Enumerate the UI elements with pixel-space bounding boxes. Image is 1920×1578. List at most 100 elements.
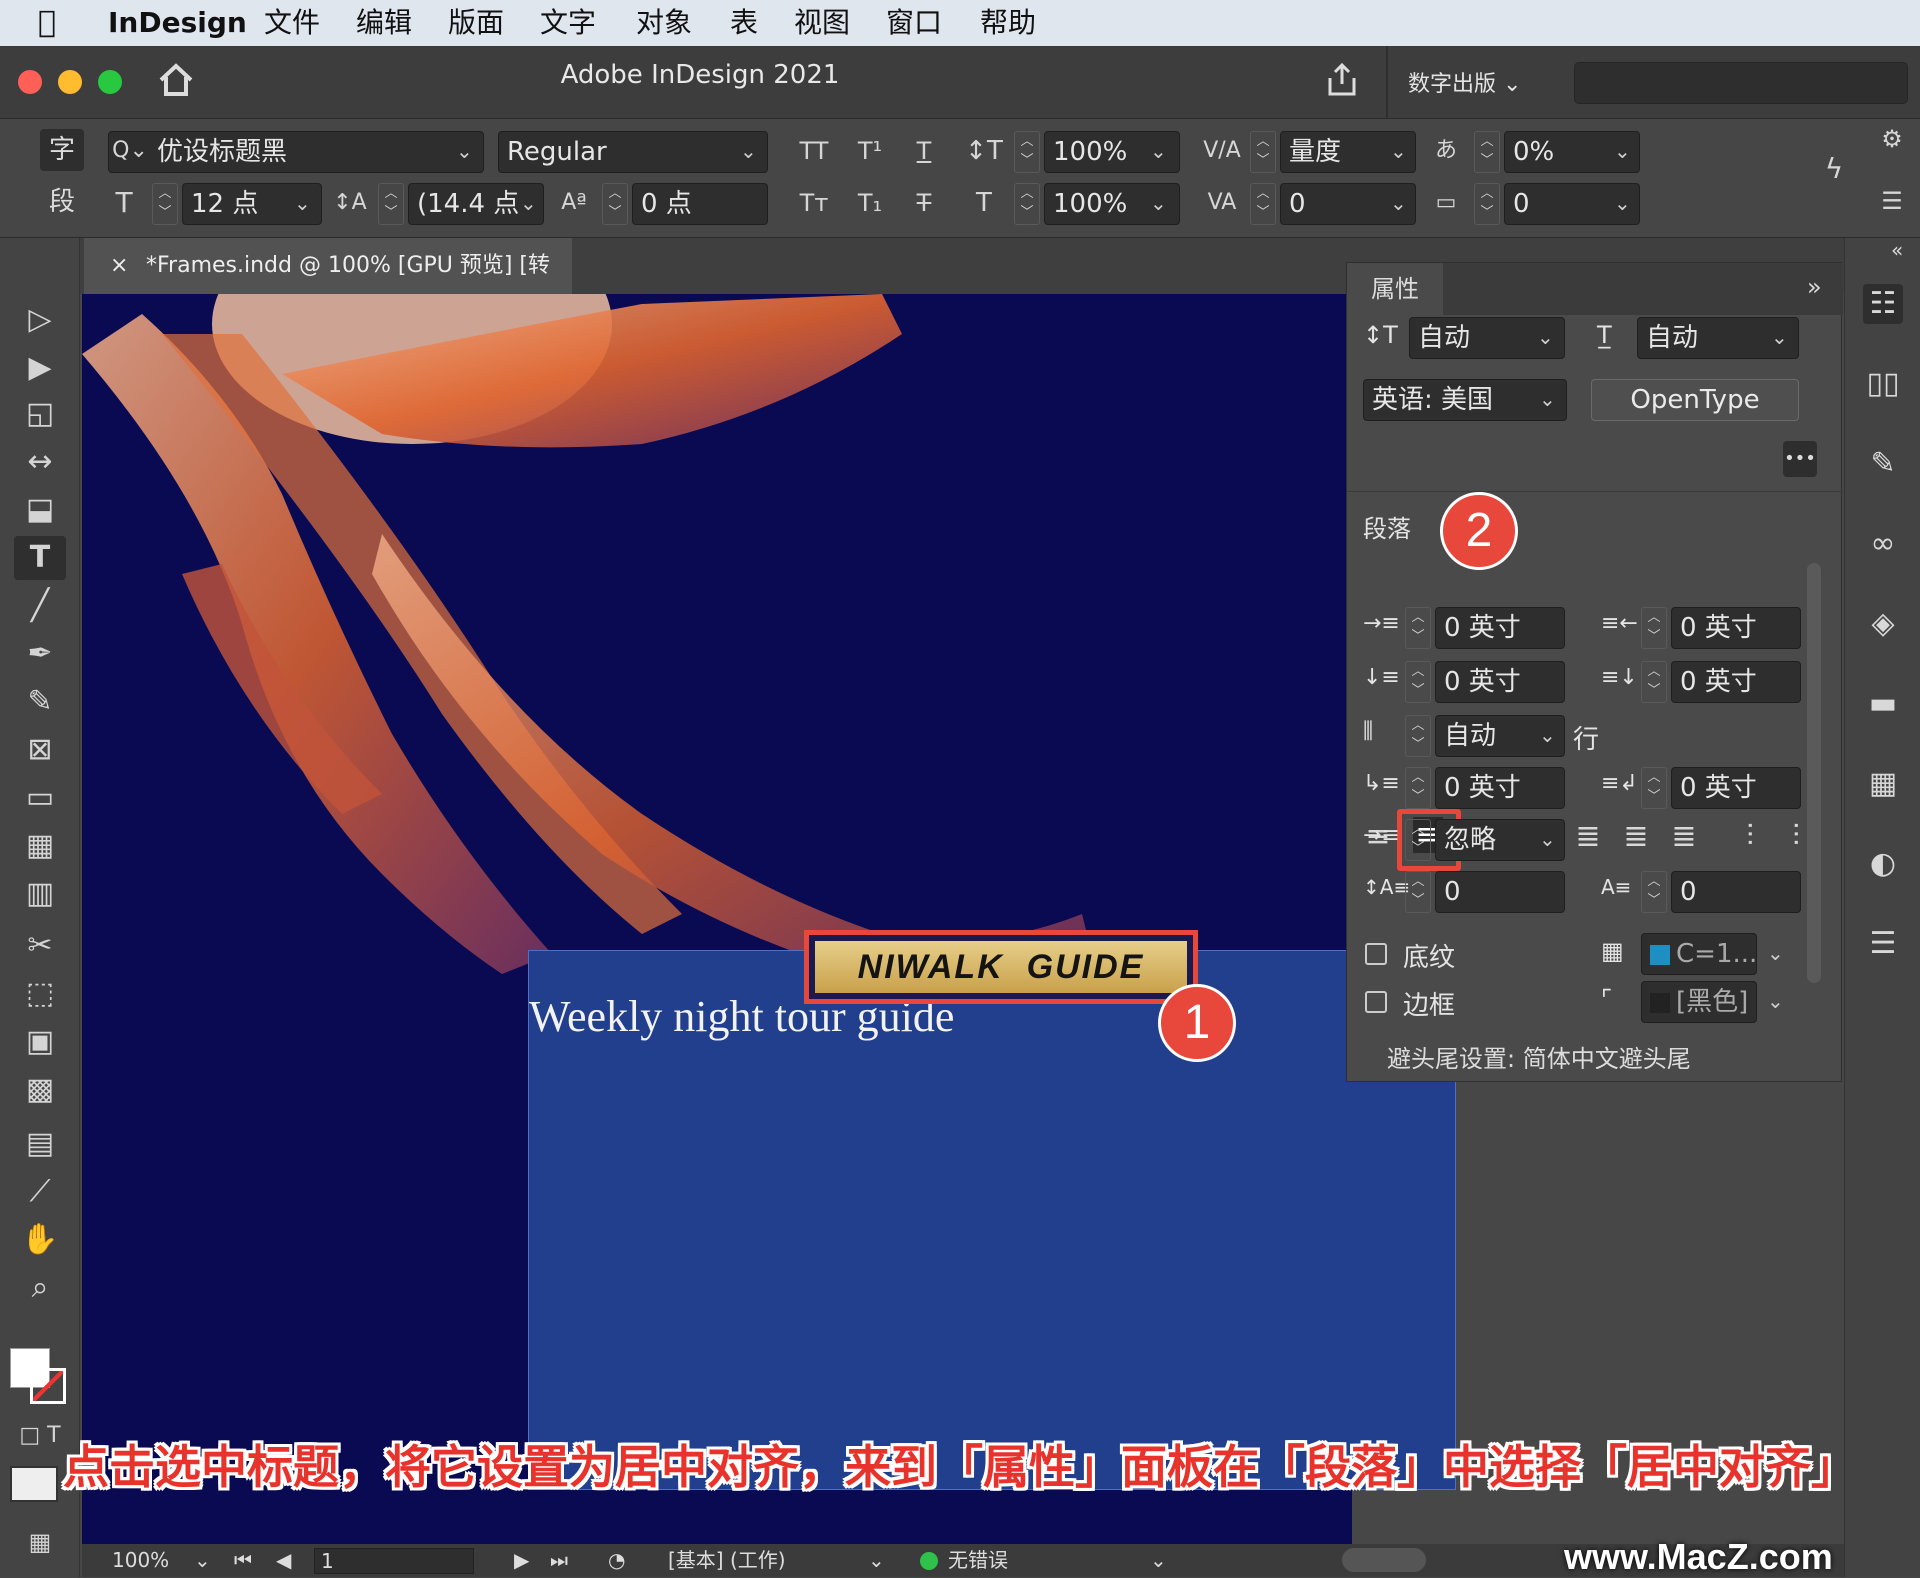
first-line-field[interactable]: 0 英寸 — [1435, 767, 1565, 809]
menu-view[interactable]: 视图 — [794, 6, 850, 40]
dropcap-lines-stepper[interactable]: ︿ ﹀ — [1405, 871, 1431, 913]
preflight-status[interactable]: 无错误 — [948, 1544, 1008, 1577]
vertical-grid-tool-icon[interactable]: ▥ — [14, 872, 66, 916]
page-number-field[interactable]: 1 — [314, 1548, 474, 1574]
document-tab[interactable]: × *Frames.indd @ 100% [GPU 预览] [转换] — [84, 238, 572, 334]
prev-page-icon[interactable]: ◀ — [276, 1544, 291, 1577]
jellyfish-image[interactable] — [82, 294, 1352, 1014]
tab-properties[interactable]: 属性 — [1347, 263, 1443, 315]
chevron-down-icon[interactable]: ⌄ — [1614, 131, 1631, 171]
space-before-stepper[interactable]: ︿ ﹀ — [1405, 661, 1431, 703]
kerning-stepper[interactable]: ︿ ﹀ — [1250, 131, 1276, 173]
home-icon[interactable] — [156, 60, 196, 100]
tracking-stepper[interactable]: ︿ ﹀ — [1250, 183, 1276, 225]
note-tool-icon[interactable]: ▤ — [14, 1122, 66, 1166]
direct-selection-tool-icon[interactable]: ▶ — [14, 346, 66, 390]
right-indent-stepper[interactable]: ︿ ﹀ — [1641, 607, 1667, 649]
font-style-field[interactable]: Regular — [498, 131, 768, 173]
baseline-shift-field[interactable]: 0 点 — [632, 183, 768, 225]
space-before-field[interactable]: 0 英寸 — [1435, 661, 1565, 703]
chevron-down-icon[interactable]: ⌄ — [194, 1544, 211, 1577]
menu-layout[interactable]: 版面 — [448, 6, 504, 40]
last-page-icon[interactable]: ⏭ — [550, 1544, 568, 1577]
all-caps-icon[interactable]: TT — [794, 131, 834, 171]
next-page-icon[interactable]: ▶ — [514, 1544, 529, 1577]
left-indent-field[interactable]: 0 英寸 — [1435, 607, 1565, 649]
menu-object[interactable]: 对象 — [636, 6, 692, 40]
menu-file[interactable]: 文件 — [264, 6, 320, 40]
rectangle-frame-tool-icon[interactable]: ⊠ — [14, 728, 66, 772]
align-towards-spine-icon[interactable]: ⫶ — [1735, 819, 1765, 855]
chevron-down-icon[interactable]: ⌄ — [520, 183, 537, 223]
underline-icon[interactable]: T — [904, 131, 944, 171]
chevron-down-icon[interactable]: ⌄ — [1150, 131, 1167, 171]
shading-checkbox[interactable] — [1365, 943, 1387, 965]
pages-panel-icon[interactable]: ▯▯ — [1863, 364, 1903, 404]
chevron-down-icon[interactable]: ⌄ — [740, 131, 757, 171]
more-options-button[interactable]: ••• — [1783, 441, 1817, 477]
menu-edit[interactable]: 编辑 — [356, 6, 412, 40]
search-input[interactable] — [1574, 62, 1908, 104]
right-indent-field[interactable]: 0 英寸 — [1671, 607, 1801, 649]
vertical-scale-stepper[interactable]: ︿ ﹀ — [1014, 131, 1040, 173]
type-tool-icon[interactable]: T — [14, 536, 66, 580]
border-color-field[interactable]: [黑色] — [1641, 981, 1757, 1023]
swatches-panel-icon[interactable]: ▦ — [1863, 764, 1903, 804]
justify-all-icon[interactable]: ≣ — [1669, 819, 1699, 855]
panel-menu-icon[interactable]: ☰ — [1872, 181, 1912, 221]
gap-tool-icon[interactable]: ↔ — [14, 440, 66, 484]
quick-apply-icon[interactable]: ϟ — [1814, 149, 1854, 189]
stroke-swatch[interactable] — [30, 1368, 66, 1404]
stroke-panel-icon[interactable]: ☰ — [1863, 924, 1903, 964]
font-size-stepper[interactable]: ︿ ﹀ — [152, 183, 178, 225]
chevron-down-icon[interactable]: ⌄ — [1767, 933, 1784, 973]
selection-tool-icon[interactable]: ▷ — [14, 298, 66, 342]
gradient-panel-icon[interactable]: ▬ — [1863, 684, 1903, 724]
workspace-switcher[interactable]: 数字出版 ⌄ — [1408, 66, 1521, 98]
hand-tool-icon[interactable]: ✋ — [14, 1218, 66, 1262]
style-status[interactable]: [基本] (工作) — [668, 1544, 786, 1577]
minimize-window-button[interactable] — [58, 70, 82, 94]
rectangle-tool-icon[interactable]: ▭ — [14, 776, 66, 820]
chevron-down-icon[interactable]: ⌄ — [1537, 317, 1554, 357]
font-family-field[interactable]: 优设标题黑 — [108, 131, 484, 173]
menu-type[interactable]: 文字 — [540, 6, 596, 40]
menu-table[interactable]: 表 — [730, 6, 758, 40]
chevron-down-icon[interactable]: ⌄ — [1539, 379, 1556, 419]
free-transform-tool-icon[interactable]: ⬚ — [14, 972, 66, 1016]
first-page-icon[interactable]: ⏮ — [234, 1544, 252, 1577]
opentype-button[interactable]: OpenType — [1591, 379, 1799, 421]
leading-stepper[interactable]: ︿ ﹀ — [378, 183, 404, 225]
dropcap-lines-field[interactable]: 0 — [1435, 871, 1565, 913]
ignore-stepper[interactable]: ︿ ﹀ — [1405, 819, 1431, 861]
shading-color-field[interactable]: C=1... — [1641, 933, 1757, 975]
zoom-tool-icon[interactable]: ⌕ — [14, 1266, 66, 1310]
strikethrough-icon[interactable]: T — [904, 183, 944, 223]
first-line-stepper[interactable]: ︿ ﹀ — [1405, 767, 1431, 809]
chevron-down-icon[interactable]: ⌄ — [868, 1544, 885, 1577]
language-field[interactable]: 英语: 美国 — [1363, 379, 1567, 421]
links-panel-icon[interactable]: ∞ — [1863, 524, 1903, 564]
last-line-stepper[interactable]: ︿ ﹀ — [1641, 767, 1667, 809]
character-mode-button[interactable]: 字 — [40, 129, 84, 171]
gradient-swatch-tool-icon[interactable]: ▣ — [14, 1020, 66, 1064]
subscript-icon[interactable]: T₁ — [850, 183, 890, 223]
apple-icon[interactable]:  — [38, 6, 56, 40]
panel-collapse-icon[interactable]: » — [1807, 273, 1822, 301]
chevron-down-icon[interactable]: ⌄ — [1390, 131, 1407, 171]
gear-icon[interactable]: ⚙ — [1872, 119, 1912, 159]
left-indent-stepper[interactable]: ︿ ﹀ — [1405, 607, 1431, 649]
panel-scrollbar[interactable] — [1807, 563, 1821, 983]
line-tool-icon[interactable]: ╱ — [14, 584, 66, 628]
space-after-field[interactable]: 0 英寸 — [1671, 661, 1801, 703]
text-frame[interactable]: Weekly night tour guide — [528, 950, 1456, 1490]
grid-spacing-stepper[interactable]: ︿ ﹀ — [1474, 183, 1500, 225]
chevron-down-icon[interactable]: ⌄ — [1614, 183, 1631, 223]
small-caps-icon[interactable]: Tт — [794, 183, 834, 223]
headline-text[interactable]: NIWALK GUIDE — [815, 941, 1187, 993]
space-after-stepper[interactable]: ︿ ﹀ — [1641, 661, 1667, 703]
baseline-shift-stepper[interactable]: ︿ ﹀ — [602, 183, 628, 225]
pencil-tool-icon[interactable]: ✎ — [14, 680, 66, 724]
chevron-down-icon[interactable]: ⌄ — [1771, 317, 1788, 357]
justify-right-icon[interactable]: ≣ — [1621, 819, 1651, 855]
